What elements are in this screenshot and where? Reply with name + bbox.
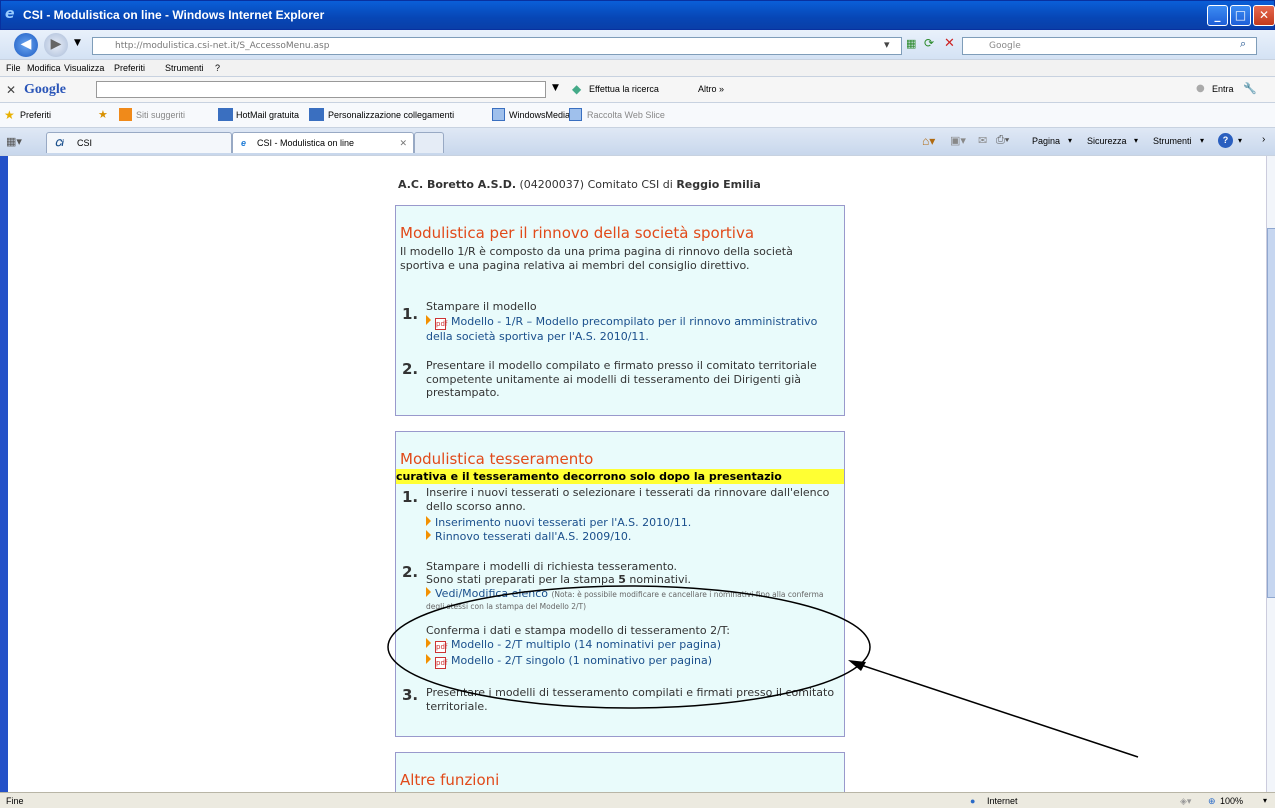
- status-bar: Fine ● Internet ◈▾ ⊕ 100% ▾: [0, 792, 1275, 808]
- zoom-level[interactable]: 100%: [1220, 796, 1243, 806]
- protected-mode-icon[interactable]: ◈▾: [1180, 796, 1191, 807]
- security-zone: Internet: [987, 796, 1018, 806]
- globe-icon: ●: [970, 796, 976, 806]
- annotation-overlay: [387, 585, 1139, 758]
- zoom-dropdown-icon[interactable]: ▾: [1263, 796, 1267, 805]
- zoom-icon: ⊕: [1208, 796, 1216, 806]
- annotation-arrow-line: [851, 661, 1139, 758]
- highlight-ellipse: [387, 585, 871, 709]
- status-text: Fine: [6, 796, 24, 806]
